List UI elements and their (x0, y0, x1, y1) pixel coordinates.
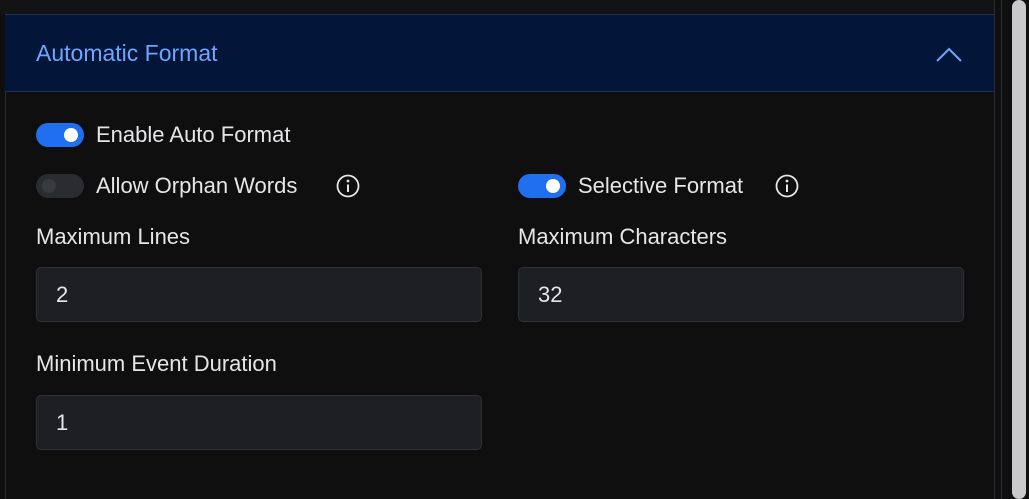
enable-auto-format-label: Enable Auto Format (96, 122, 291, 147)
selective-format-toggle[interactable] (518, 174, 566, 198)
top-strip (0, 0, 995, 14)
maximum-characters-label: Maximum Characters (518, 224, 728, 249)
info-icon[interactable] (336, 174, 360, 198)
maximum-lines-label: Maximum Lines (36, 224, 191, 249)
chevron-up-icon[interactable] (935, 45, 963, 63)
scrollbar-thumb[interactable] (1012, 0, 1026, 499)
maximum-characters-input[interactable] (518, 267, 964, 322)
scrollbar-rail (1001, 0, 1002, 499)
toggle-knob (64, 128, 78, 142)
enable-auto-format-toggle[interactable] (36, 123, 84, 147)
info-icon[interactable] (775, 174, 799, 198)
toggle-knob (42, 179, 56, 193)
minimum-event-duration-input[interactable] (36, 395, 482, 450)
minimum-event-duration-label: Minimum Event Duration (36, 351, 277, 376)
toggle-knob (546, 179, 560, 193)
allow-orphan-words-label: Allow Orphan Words (96, 173, 298, 198)
maximum-lines-input[interactable] (36, 267, 482, 322)
section-title: Automatic Format (36, 40, 218, 66)
allow-orphan-words-toggle[interactable] (36, 174, 84, 198)
automatic-format-panel: Automatic Format Enable Auto Format Allo… (0, 0, 1029, 499)
selective-format-label: Selective Format (578, 173, 744, 198)
section-header[interactable]: Automatic Format (5, 14, 994, 92)
